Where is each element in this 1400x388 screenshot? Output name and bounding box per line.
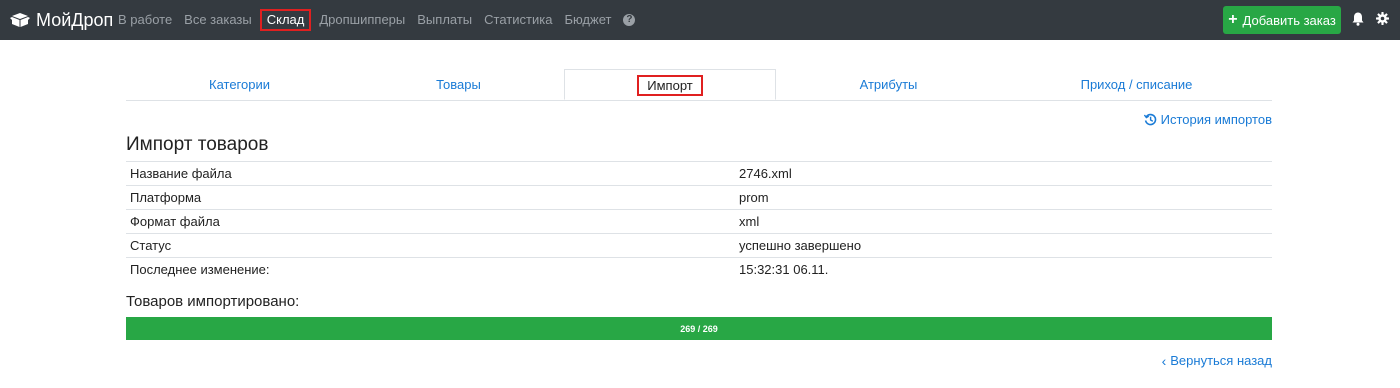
- import-info-table: Название файла 2746.xml Платформа prom Ф…: [126, 161, 1272, 281]
- tab-income-writeoff[interactable]: Приход / списание: [1001, 69, 1272, 100]
- history-icon: [1143, 113, 1156, 126]
- plus-icon: +: [1228, 11, 1238, 28]
- table-row: Формат файла xml: [126, 209, 1272, 234]
- table-row: Статус успешно завершено: [126, 233, 1272, 258]
- file-name-value: 2746.xml: [735, 161, 1272, 186]
- file-format-key: Формат файла: [126, 209, 735, 234]
- nav-item-dropshippers[interactable]: Дропшипперы: [313, 0, 411, 40]
- import-history-label: История импортов: [1160, 112, 1272, 127]
- warehouse-tabs: Категории Товары Импорт Атрибуты Приход …: [126, 69, 1272, 101]
- last-modified-key: Последнее изменение:: [126, 257, 735, 281]
- file-format-value: xml: [735, 209, 1272, 234]
- platform-key: Платформа: [126, 185, 735, 210]
- progress-fill: 269 / 269: [126, 317, 1272, 340]
- box-logo-icon: [10, 13, 30, 27]
- tab-attributes[interactable]: Атрибуты: [776, 69, 1001, 100]
- imported-count-title: Товаров импортировано:: [126, 293, 300, 310]
- nav-item-statistics[interactable]: Статистика: [478, 0, 558, 40]
- main-nav: В работе Все заказы Склад Дропшипперы Вы…: [112, 0, 636, 40]
- nav-item-budget[interactable]: Бюджет: [558, 0, 617, 40]
- last-modified-value: 15:32:31 06.11.: [735, 257, 1272, 281]
- nav-item-all-orders[interactable]: Все заказы: [178, 0, 258, 40]
- brand-link[interactable]: МойДроп: [10, 0, 113, 40]
- gear-icon[interactable]: [1376, 12, 1389, 25]
- status-value: успешно завершено: [735, 233, 1272, 258]
- table-row: Название файла 2746.xml: [126, 161, 1272, 186]
- back-link[interactable]: ‹ Вернуться назад: [1162, 353, 1272, 368]
- tab-import[interactable]: Импорт: [564, 69, 776, 100]
- chevron-left-icon: ‹: [1161, 352, 1167, 369]
- file-name-key: Название файла: [126, 161, 735, 186]
- back-link-label: Вернуться назад: [1170, 353, 1272, 368]
- tab-products[interactable]: Товары: [353, 69, 564, 100]
- bell-icon[interactable]: [1352, 12, 1364, 26]
- nav-item-warehouse[interactable]: Склад: [259, 9, 312, 31]
- add-order-label: Добавить заказ: [1242, 12, 1336, 28]
- question-circle-icon[interactable]: ?: [623, 14, 636, 26]
- progress-label: 269 / 269: [680, 323, 718, 334]
- table-row: Последнее изменение: 15:32:31 06.11.: [126, 257, 1272, 281]
- tab-categories[interactable]: Категории: [126, 69, 353, 100]
- page-title: Импорт товаров: [126, 134, 269, 155]
- import-history-link[interactable]: История импортов: [1143, 112, 1272, 127]
- platform-value: prom: [735, 185, 1272, 210]
- import-progress-bar: 269 / 269: [126, 317, 1272, 340]
- status-key: Статус: [126, 233, 735, 258]
- table-row: Платформа prom: [126, 185, 1272, 210]
- nav-item-payouts[interactable]: Выплаты: [411, 0, 478, 40]
- tab-import-label: Импорт: [637, 75, 703, 96]
- top-navbar: МойДроп В работе Все заказы Склад Дропши…: [0, 0, 1400, 40]
- brand-name: МойДроп: [36, 9, 114, 30]
- nav-item-in-work[interactable]: В работе: [112, 0, 178, 40]
- add-order-button[interactable]: + Добавить заказ: [1223, 6, 1341, 34]
